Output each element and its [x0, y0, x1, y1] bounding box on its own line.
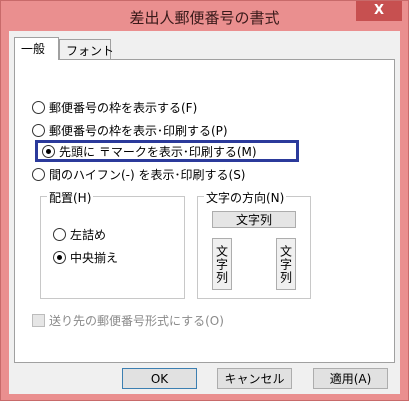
option-show-print-frame[interactable]: 郵便番号の枠を表示･印刷する(P) — [32, 121, 228, 139]
recipient-format-label: 送り先の郵便番号形式にする(O) — [49, 313, 224, 328]
text-direction-group: 文字の方向(N) 文字列 文字列 文字列 — [197, 189, 311, 299]
dialog-client-area: 一般 フォント 郵便番号の枠を表示する(F) 郵便番号の枠を表示･印刷する(P)… — [9, 31, 400, 394]
option-show-frame-label: 郵便番号の枠を表示する(F) — [49, 100, 198, 115]
cancel-button[interactable]: キャンセル — [217, 368, 292, 389]
placement-left[interactable]: 左詰め — [53, 225, 106, 243]
option-postal-mark[interactable]: 先頭に 〒マークを表示･印刷する(M) — [42, 142, 257, 160]
tab-general[interactable]: 一般 — [14, 37, 59, 60]
vertical-right-direction-button[interactable]: 文字列 — [276, 238, 296, 290]
option-show-print-frame-label: 郵便番号の枠を表示･印刷する(P) — [49, 123, 228, 138]
placement-group-label: 配置(H) — [47, 189, 94, 206]
horizontal-direction-button[interactable]: 文字列 — [212, 211, 296, 228]
tab-panel-general: 郵便番号の枠を表示する(F) 郵便番号の枠を表示･印刷する(P) 先頭に 〒マー… — [14, 59, 395, 363]
radio-button[interactable] — [53, 227, 66, 241]
apply-button[interactable]: 適用(A) — [313, 368, 388, 389]
option-hyphen-label: 間のハイフン(-) を表示･印刷する(S) — [49, 167, 246, 182]
dialog-window: 差出人郵便番号の書式 X 一般 フォント 郵便番号の枠を表示する(F) 郵便番号… — [0, 0, 409, 401]
tab-general-label: 一般 — [21, 42, 46, 56]
ok-button[interactable]: OK — [122, 368, 197, 389]
close-icon: X — [373, 3, 385, 18]
recipient-format-option[interactable]: 送り先の郵便番号形式にする(O) — [32, 312, 224, 328]
checkbox[interactable] — [32, 313, 45, 327]
vertical-left-direction-label: 文字列 — [214, 244, 229, 284]
radio-button[interactable] — [32, 123, 45, 137]
horizontal-direction-label: 文字列 — [235, 213, 272, 227]
title-bar[interactable]: 差出人郵便番号の書式 X — [1, 1, 408, 31]
vertical-left-direction-button[interactable]: 文字列 — [212, 238, 232, 290]
option-postal-mark-label: 先頭に 〒マークを表示･印刷する(M) — [59, 144, 257, 159]
tab-font-label: フォント — [66, 44, 115, 58]
text-direction-group-label: 文字の方向(N) — [204, 189, 287, 206]
placement-group: 配置(H) 左詰め 中央揃え — [40, 189, 185, 299]
close-button[interactable]: X — [356, 1, 402, 21]
vertical-right-direction-label: 文字列 — [278, 244, 293, 284]
option-hyphen[interactable]: 間のハイフン(-) を表示･印刷する(S) — [32, 165, 246, 183]
placement-center[interactable]: 中央揃え — [53, 248, 118, 266]
window-title: 差出人郵便番号の書式 — [129, 9, 280, 27]
option-show-frame[interactable]: 郵便番号の枠を表示する(F) — [32, 98, 197, 116]
tab-font[interactable]: フォント — [59, 39, 115, 59]
radio-button[interactable] — [32, 167, 45, 181]
radio-button-checked[interactable] — [53, 250, 66, 264]
radio-button[interactable] — [32, 100, 45, 114]
placement-center-label: 中央揃え — [70, 250, 119, 265]
radio-button-checked[interactable] — [42, 144, 55, 158]
placement-left-label: 左詰め — [70, 227, 107, 242]
